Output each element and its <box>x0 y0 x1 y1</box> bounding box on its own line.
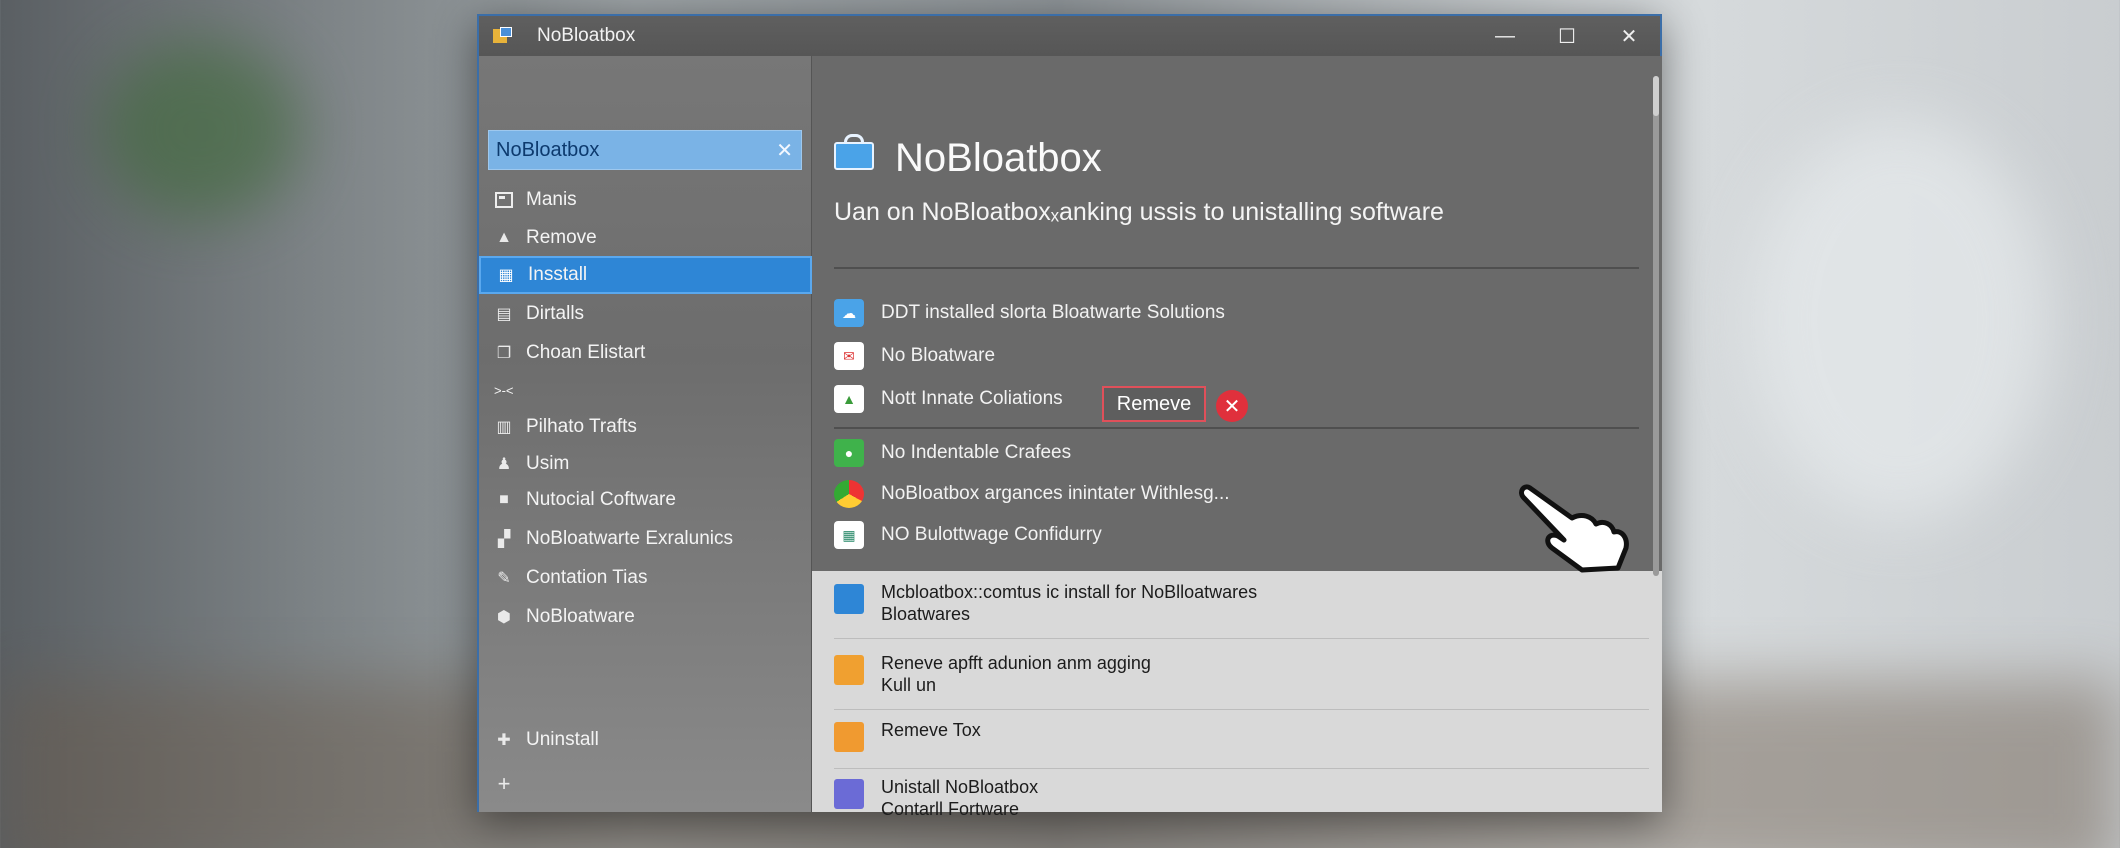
close-button[interactable]: ✕ <box>1598 16 1660 56</box>
page-title: NoBloatbox <box>895 136 1102 180</box>
divider <box>834 709 1649 710</box>
maximize-button[interactable]: ☐ <box>1536 16 1598 56</box>
sidebar-item-choan-elistart[interactable]: ❐ Choan Elistart <box>479 334 812 372</box>
remove-button[interactable]: Remeve <box>1102 386 1206 422</box>
user-icon: ▲ <box>496 229 512 246</box>
chrome-icon <box>834 480 864 508</box>
mail-icon: ✉ <box>834 342 864 370</box>
divider <box>834 427 1639 429</box>
list-item[interactable]: ▦ NO Bulottwage Confidurry <box>834 521 1102 549</box>
table-row[interactable]: Remeve Tox <box>834 719 981 752</box>
plus-icon: + <box>497 771 511 796</box>
wrench-icon: ✎ <box>497 570 511 587</box>
list-item[interactable]: ● No Indentable Crafees <box>834 439 1071 467</box>
apps-icon <box>834 779 864 809</box>
divider <box>834 638 1649 639</box>
sidebar-item-pilhato-trafts[interactable]: ▥ Pilhato Trafts <box>479 408 812 446</box>
sidebar-add-button[interactable]: + <box>479 765 812 803</box>
plus-icon: ✚ <box>497 732 511 749</box>
sidebar-item-remove[interactable]: ▲ Remove <box>479 219 812 257</box>
sidebar-item-separator[interactable]: >-< <box>479 371 812 409</box>
divider <box>834 768 1649 769</box>
title-bar: NoBloatbox — ☐ ✕ <box>479 16 1660 56</box>
sidebar-item-uninstall[interactable]: ✚ Uninstall <box>479 721 812 759</box>
store-icon <box>834 655 864 685</box>
person-icon: ♟ <box>496 456 512 473</box>
sidebar-item-insstall[interactable]: ▦ Insstall <box>479 256 812 294</box>
apps-icon: ▞ <box>497 531 511 548</box>
cloud-icon: ☁ <box>834 299 864 327</box>
copy-icon: ❐ <box>496 345 512 362</box>
divider <box>834 267 1639 269</box>
chart-icon: ▥ <box>496 419 512 436</box>
list-item[interactable]: NoBloatbox argances inintater Withlesg..… <box>834 480 1230 508</box>
sidebar-item-usim[interactable]: ♟ Usim <box>479 445 812 483</box>
list-item[interactable]: ☁ DDT installed slorta Bloatwarte Soluti… <box>834 299 1225 327</box>
bag-icon: ■ <box>499 491 509 508</box>
table-row[interactable]: Reneve apfft adunion anm agging Kull un <box>834 652 1151 696</box>
scrollbar-track[interactable] <box>1653 76 1659 576</box>
background-blur <box>1750 120 2050 520</box>
table-row[interactable]: Mcbloatbox::comtus ic install for NoBllo… <box>834 581 1257 625</box>
main-content: NoBloatbox Uan on NoBloatboxₓanking ussi… <box>812 56 1662 819</box>
table-row[interactable]: Unistall NoBloatbox Contarll Fortware <box>834 776 1038 820</box>
grid-icon: ▦ <box>498 267 514 284</box>
background-blur <box>100 40 300 220</box>
search-input[interactable] <box>489 138 759 162</box>
sidebar-item-contation-tias[interactable]: ✎ Contation Tias <box>479 559 812 597</box>
folder-icon <box>834 722 864 752</box>
apps-icon: ▦ <box>834 521 864 549</box>
list-item[interactable]: ✉ No Bloatware <box>834 342 995 370</box>
windows-icon <box>834 584 864 614</box>
document-icon: ▤ <box>496 306 512 323</box>
photo-icon: ▲ <box>834 385 864 413</box>
search-box: ✕ <box>488 130 802 170</box>
scrollbar-thumb[interactable] <box>1653 76 1659 116</box>
window-title: NoBloatbox <box>537 25 636 46</box>
sidebar-item-nobloatware[interactable]: ⬢ NoBloatware <box>479 598 812 636</box>
sidebar-item-manis[interactable]: Manis <box>479 181 812 219</box>
page-subtitle: Uan on NoBloatboxₓanking ussis to unista… <box>834 198 1444 226</box>
list-icon <box>494 191 514 209</box>
app-icon <box>493 27 515 45</box>
store-bag-icon <box>834 134 874 170</box>
close-icon[interactable]: ✕ <box>1216 390 1248 422</box>
clear-search-icon[interactable]: ✕ <box>776 138 793 163</box>
list-item[interactable]: ▲ Nott Innate Coliations <box>834 385 1063 413</box>
app-window: NoBloatbox — ☐ ✕ ✕ Manis ▲Remove ▦Inssta… <box>477 14 1662 819</box>
sidebar-item-dirtalls[interactable]: ▤ Dirtalls <box>479 295 812 333</box>
sidebar-item-nobloatwarte-exralunics[interactable]: ▞ NoBloatwarte Exralunics <box>479 520 812 558</box>
shield-icon: ● <box>834 439 864 467</box>
hand-cursor-icon <box>1519 484 1629 573</box>
sidebar-item-nutocial-coftware[interactable]: ■ Nutocial Coftware <box>479 481 812 519</box>
minimize-button[interactable]: — <box>1474 16 1536 56</box>
hexagon-icon: ⬢ <box>497 609 511 626</box>
sidebar: ✕ Manis ▲Remove ▦Insstall ▤Dirtalls ❐Cho… <box>479 56 812 812</box>
